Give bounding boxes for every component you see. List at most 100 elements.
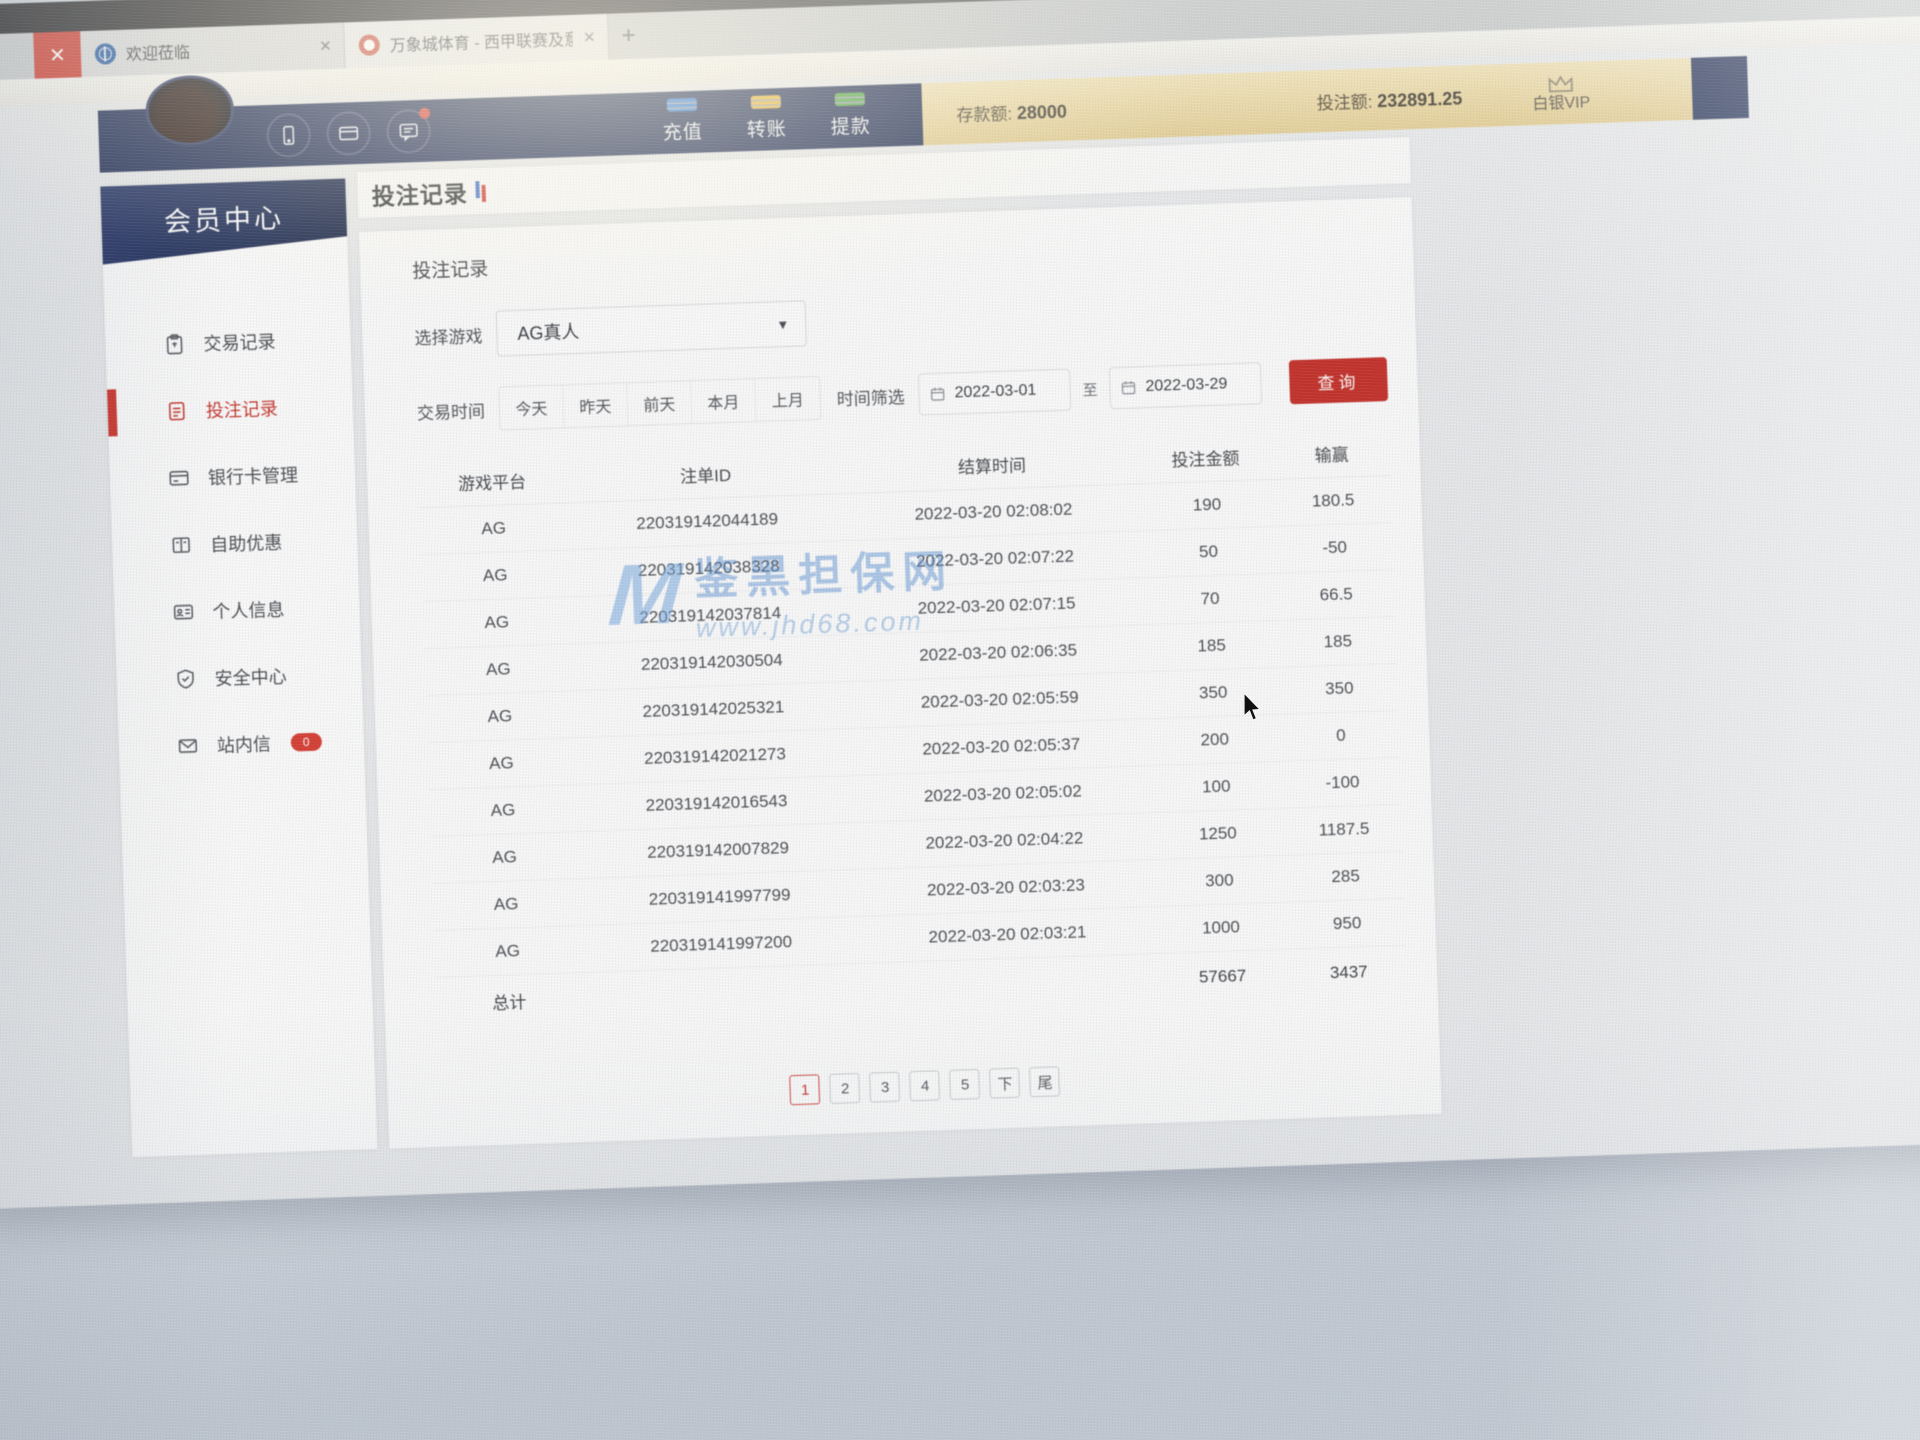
bank-card-icon[interactable]	[326, 111, 371, 156]
quick-date-button[interactable]: 今天	[499, 385, 564, 429]
cell-bet-amount: 200	[1146, 714, 1283, 765]
pagination-button[interactable]: 4	[910, 1070, 941, 1101]
crown-icon	[1547, 74, 1574, 93]
sidebar-item-mail[interactable]: 站内信 0	[118, 706, 365, 781]
time-filter-row: 交易时间 今天昨天前天本月上月 时间筛选 2022-03-01 至 2022-0…	[416, 357, 1388, 433]
betting-records-table: 游戏平台注单ID结算时间投注金额输赢 AG2203191420441892022…	[419, 429, 1408, 1029]
quick-date-button[interactable]: 上月	[755, 377, 820, 421]
tab-title: 欢迎莅临	[125, 35, 309, 65]
nav-colored-icon	[751, 95, 781, 109]
cell-bet-amount: 300	[1151, 855, 1288, 906]
pagination-button[interactable]: 3	[870, 1072, 901, 1103]
cell-win-loss: 350	[1280, 663, 1398, 714]
date-to-input[interactable]: 2022-03-29	[1109, 362, 1262, 409]
records-panel: 投注记录 选择游戏 AG真人 ▼ 交易时间 今天昨天前天本月上月 时间筛选	[359, 197, 1442, 1148]
site-logo[interactable]	[145, 74, 235, 147]
cell-win-loss: 185	[1279, 616, 1397, 667]
cell-win-loss: 66.5	[1277, 569, 1395, 620]
vip-level[interactable]: 白银VIP	[1532, 74, 1591, 113]
message-icon[interactable]	[386, 109, 431, 154]
tab-close-icon[interactable]: ✕	[583, 28, 596, 46]
id-card-icon	[172, 600, 195, 623]
sidebar-item-document[interactable]: 投注记录	[107, 371, 354, 446]
cell-bet-amount: 50	[1140, 526, 1277, 577]
cell-bet-amount: 1250	[1149, 808, 1286, 859]
time-filter-label: 交易时间	[417, 397, 486, 424]
mobile-app-icon[interactable]	[266, 113, 311, 158]
cell-bet-amount: 190	[1138, 479, 1275, 530]
header-nav-item[interactable]: 转账	[746, 97, 787, 141]
cell-platform: AG	[431, 831, 578, 883]
quick-date-button[interactable]: 本月	[691, 379, 756, 423]
sidebar-menu: 交易记录投注记录银行卡管理自助优惠个人信息安全中心站内信 0	[104, 304, 364, 781]
cell-win-loss: 950	[1288, 898, 1406, 949]
cell-platform: AG	[428, 737, 575, 789]
clipboard-icon	[163, 332, 186, 355]
cell-win-loss: -50	[1276, 522, 1394, 573]
sidebar-item-label: 个人信息	[212, 595, 285, 623]
date-from-input[interactable]: 2022-03-01	[918, 369, 1071, 416]
pagination-button[interactable]: 2	[830, 1073, 861, 1104]
column-header: 投注金额	[1137, 433, 1274, 483]
new-tab-button[interactable]: +	[608, 12, 650, 59]
bet-amount: 投注额: 232891.25	[1316, 84, 1462, 114]
sidebar-item-label: 站内信	[216, 730, 271, 758]
section-tab-betting-records[interactable]: 投注记录	[412, 224, 1383, 283]
total-win-loss: 3437	[1290, 945, 1408, 1001]
chevron-down-icon: ▼	[776, 316, 789, 331]
pagination-button[interactable]: 1	[790, 1074, 821, 1105]
cell-platform: AG	[425, 643, 572, 695]
cell-platform: AG	[423, 596, 570, 648]
cell-platform: AG	[434, 925, 581, 977]
unread-count-badge: 0	[291, 732, 322, 751]
tab-title: 万象城体育 - 西甲联赛及意甲罗	[389, 26, 573, 56]
column-header: 输赢	[1273, 429, 1391, 479]
browser-window: ✕ 欢迎莅临 ✕ 万象城体育 - 西甲联赛及意甲罗 ✕ +	[0, 0, 1920, 1209]
cell-win-loss: 180.5	[1274, 475, 1392, 526]
window-close-button[interactable]: ✕	[33, 31, 81, 79]
document-icon	[165, 399, 188, 422]
quick-date-button[interactable]: 前天	[627, 381, 692, 425]
sidebar-item-label: 自助优惠	[210, 528, 283, 556]
photo-background: ✕ 欢迎莅临 ✕ 万象城体育 - 西甲联赛及意甲罗 ✕ +	[0, 0, 1920, 1440]
sidebar-item-bank-card[interactable]: 银行卡管理	[109, 438, 356, 513]
sidebar-item-shield[interactable]: 安全中心	[116, 639, 363, 714]
page-title: 投注记录	[371, 174, 468, 211]
cell-bet-amount: 70	[1141, 573, 1278, 624]
balance-panel: 存款额: 28000 投注额: 232891.25 白银VIP	[921, 58, 1693, 145]
browser-tab-sports[interactable]: 万象城体育 - 西甲联赛及意甲罗 ✕	[344, 14, 609, 69]
quick-date-button[interactable]: 昨天	[563, 383, 628, 427]
bank-card-icon	[168, 466, 191, 489]
cell-win-loss: 1187.5	[1285, 804, 1403, 855]
sidebar-item-label: 交易记录	[203, 327, 276, 355]
pagination-button[interactable]: 下	[990, 1068, 1021, 1099]
sidebar-title: 会员中心	[100, 179, 347, 265]
deposit-amount: 存款额: 28000	[956, 97, 1067, 126]
sidebar-item-label: 银行卡管理	[208, 461, 299, 490]
globe-favicon-icon	[95, 43, 117, 65]
header-nav-item[interactable]: 充值	[662, 100, 703, 144]
title-caret-mark	[475, 180, 486, 201]
pagination-button[interactable]: 5	[950, 1069, 981, 1100]
nav-colored-icon	[835, 92, 865, 106]
tab-close-icon[interactable]: ✕	[319, 37, 332, 55]
shield-icon	[174, 667, 197, 690]
header-icon-group	[266, 109, 431, 158]
game-select-dropdown[interactable]: AG真人 ▼	[496, 300, 807, 356]
cell-platform: AG	[429, 784, 576, 836]
header-nav: 充值转账提款	[662, 95, 871, 145]
pagination-button[interactable]: 尾	[1030, 1066, 1061, 1097]
sidebar-item-label: 投注记录	[205, 394, 278, 422]
sidebar-item-id-card[interactable]: 个人信息	[113, 572, 360, 647]
coupon-icon	[170, 533, 193, 556]
page-content: 会员中心 交易记录投注记录银行卡管理自助优惠个人信息安全中心站内信0 投注记录 …	[100, 129, 1442, 1157]
total-bet-amount: 57667	[1154, 949, 1292, 1005]
header-nav-item[interactable]: 提款	[830, 95, 871, 139]
sidebar-item-clipboard[interactable]: 交易记录	[104, 304, 351, 379]
browser-tab-welcome[interactable]: 欢迎莅临 ✕	[80, 22, 345, 77]
sidebar-item-label: 安全中心	[214, 662, 287, 690]
search-button[interactable]: 查询	[1289, 357, 1388, 404]
date-range-to-label: 至	[1082, 378, 1098, 399]
sidebar-item-coupon[interactable]: 自助优惠	[111, 505, 358, 580]
cell-platform: AG	[433, 878, 580, 930]
